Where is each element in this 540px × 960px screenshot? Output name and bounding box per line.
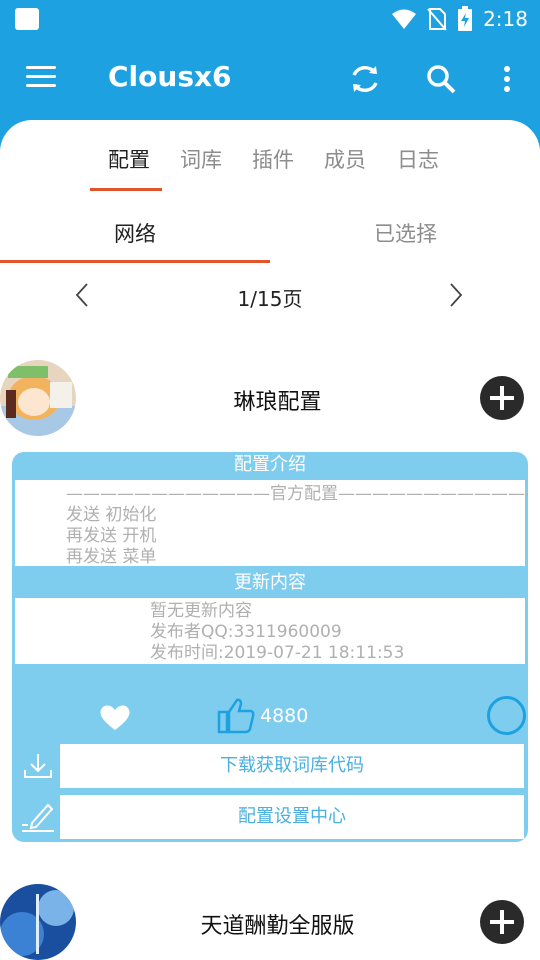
main-tab-indicator bbox=[90, 188, 162, 191]
pager: 1/15页 bbox=[0, 270, 540, 320]
no-sim-icon bbox=[427, 8, 447, 31]
list-item-header: 天道酬勤全服版 bbox=[0, 884, 540, 960]
card-actions: 4880 bbox=[12, 692, 528, 742]
menu-icon[interactable] bbox=[26, 66, 56, 88]
sub-tabs: 网络 已选择 bbox=[0, 192, 540, 264]
update-line: 暂无更新内容 bbox=[150, 601, 252, 621]
add-icon[interactable] bbox=[480, 376, 524, 420]
intro-line: 再发送 开机 bbox=[66, 526, 157, 546]
status-time: 2:18 bbox=[483, 7, 528, 31]
subtab-selected[interactable]: 已选择 bbox=[374, 218, 437, 248]
download-row: 下载获取词库代码 bbox=[12, 744, 528, 788]
settings-button[interactable]: 配置设置中心 bbox=[60, 795, 524, 839]
tab-logs[interactable]: 日志 bbox=[397, 144, 439, 174]
download-button[interactable]: 下载获取词库代码 bbox=[60, 744, 524, 788]
tab-plugins[interactable]: 插件 bbox=[252, 144, 294, 174]
sub-tab-indicator bbox=[0, 260, 270, 263]
search-icon[interactable] bbox=[424, 62, 458, 96]
list-item-header: 琳琅配置 bbox=[0, 360, 540, 440]
item-title: 天道酬勤全服版 bbox=[200, 914, 355, 939]
intro-line: ————————————官方配置———————————— bbox=[66, 484, 528, 504]
battery-charging-icon bbox=[458, 6, 473, 31]
refresh-icon[interactable] bbox=[348, 62, 382, 96]
update-line: 发布时间:2019-07-21 18:11:53 bbox=[150, 643, 405, 663]
like-icon[interactable] bbox=[217, 696, 257, 736]
favorite-icon[interactable] bbox=[98, 702, 132, 732]
next-page-icon[interactable] bbox=[446, 282, 466, 308]
add-icon[interactable] bbox=[480, 900, 524, 944]
app-title: Clousx6 bbox=[108, 60, 232, 93]
config-card: 配置介绍 ————————————官方配置———————————— 发送 初始化… bbox=[12, 452, 528, 842]
download-icon bbox=[24, 754, 52, 778]
update-box: 暂无更新内容 发布者QQ:3311960009 发布时间:2019-07-21 … bbox=[15, 598, 525, 664]
intro-label: 配置介绍 bbox=[234, 454, 306, 475]
item-title: 琳琅配置 bbox=[233, 390, 322, 415]
tab-lexicon[interactable]: 词库 bbox=[180, 144, 222, 174]
select-toggle[interactable] bbox=[487, 696, 526, 735]
update-label: 更新内容 bbox=[234, 572, 306, 593]
intro-line: 发送 初始化 bbox=[66, 505, 157, 525]
like-count: 4880 bbox=[260, 705, 309, 727]
notification-icon bbox=[15, 8, 39, 30]
update-line: 发布者QQ:3311960009 bbox=[150, 622, 342, 642]
tab-members[interactable]: 成员 bbox=[324, 144, 366, 174]
main-tabs: 配置 词库 插件 成员 日志 bbox=[0, 120, 540, 192]
intro-box: ————————————官方配置———————————— 发送 初始化 再发送 … bbox=[15, 480, 528, 567]
intro-line: 再发送 菜单 bbox=[66, 547, 157, 567]
more-options-icon[interactable] bbox=[490, 62, 524, 96]
edit-icon bbox=[22, 803, 54, 832]
subtab-network[interactable]: 网络 bbox=[114, 218, 156, 248]
settings-row: 配置设置中心 bbox=[12, 795, 528, 839]
tab-config[interactable]: 配置 bbox=[108, 144, 150, 174]
content-sheet: 配置 词库 插件 成员 日志 网络 已选择 1/15页 琳琅配置 配置介绍 ——… bbox=[0, 120, 540, 960]
wifi-icon bbox=[392, 9, 417, 29]
toolbar: Clousx6 bbox=[0, 38, 540, 118]
status-bar: 2:18 bbox=[0, 0, 540, 38]
